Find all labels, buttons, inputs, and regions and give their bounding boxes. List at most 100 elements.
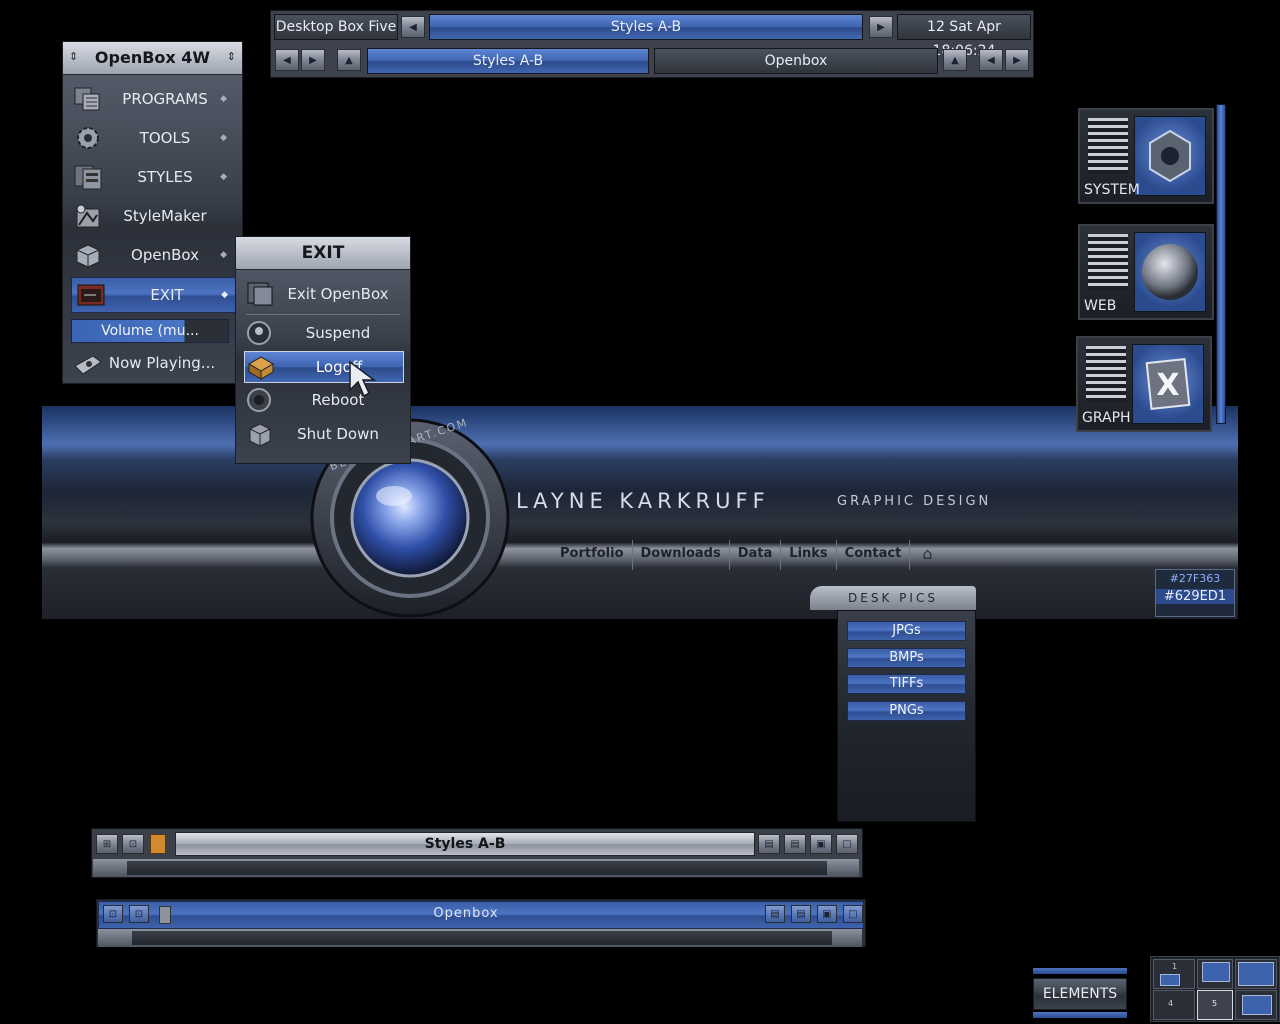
exit-item-label: Shut Down [297, 425, 379, 443]
workspace-title[interactable]: Styles A-B [429, 14, 863, 40]
nav-links[interactable]: Links [781, 540, 837, 570]
window-menu-button[interactable]: ⊞ [96, 834, 118, 854]
volume-slider[interactable]: Volume (mu... [71, 319, 229, 343]
desk-pics-bmps[interactable]: BMPs [847, 648, 966, 668]
desk-number: 4 [1168, 999, 1174, 1008]
window-shade-button[interactable]: ⊡ [129, 905, 149, 923]
widget-scrollbar[interactable] [1216, 104, 1226, 424]
iconify-button[interactable]: ▲ [337, 49, 361, 71]
window-styles: ⊞ ⊡ Styles A-B ▤ ▤ ▣ □ [91, 828, 863, 878]
window-menu-button[interactable]: ⊡ [103, 905, 123, 923]
mini-window [1238, 962, 1274, 986]
window-handle[interactable] [93, 859, 859, 877]
window-title[interactable]: Styles A-B [175, 832, 755, 856]
window-iconify-button[interactable]: ▤ [758, 834, 780, 854]
elements-button[interactable]: ELEMENTS [1033, 978, 1127, 1010]
menu-item-now-playing[interactable]: Now Playing... [69, 346, 235, 380]
window-titlebar[interactable]: ⊡ ⊡ Openbox ▤ ▤ ▣ □ [98, 901, 864, 929]
exit-icon [77, 284, 105, 306]
desk-number: 5 [1212, 999, 1218, 1008]
submenu-arrow-icon: ◆ [220, 172, 227, 182]
submenu-arrow-icon: ◆ [220, 94, 227, 104]
submenu-arrow-icon: ◆ [221, 290, 228, 300]
pager-desk-4[interactable]: 4 [1153, 990, 1195, 1020]
menu-item-label: OpenBox [131, 246, 199, 264]
window-maximize-button[interactable]: ▣ [810, 834, 832, 854]
color-code-2: #629ED1 [1156, 589, 1234, 604]
next-window-button[interactable]: ▶ [1005, 49, 1029, 71]
graph-x-icon: X [1132, 344, 1204, 424]
widget-system[interactable]: SYSTEM [1078, 108, 1214, 204]
pager-desk-6[interactable] [1235, 990, 1277, 1020]
box-icon [76, 244, 100, 268]
menu-item-openbox[interactable]: OpenBox ◆ [69, 238, 235, 272]
prev-task-button[interactable]: ◀ [275, 49, 299, 71]
pager-desk-1[interactable]: 1 [1153, 959, 1195, 989]
home-icon[interactable]: ⌂ [910, 540, 944, 570]
arrow-left-icon: ◀ [409, 21, 417, 33]
music-player-icon [74, 355, 102, 375]
prev-window-button[interactable]: ◀ [979, 49, 1003, 71]
raise-button[interactable]: ▲ [943, 49, 967, 71]
widget-web[interactable]: WEB [1078, 224, 1214, 320]
menu-item-styles[interactable]: STYLES ◆ [69, 160, 235, 194]
window-stick-button[interactable]: ▤ [784, 834, 806, 854]
shutdown-item[interactable]: Shut Down [244, 419, 402, 449]
next-workspace-button[interactable]: ▶ [869, 16, 893, 38]
volume-label: Volume (mu... [101, 323, 199, 339]
desk-pics-tab[interactable]: DESK PICS [810, 586, 976, 610]
nav-contact[interactable]: Contact [837, 540, 911, 570]
window-iconify-button[interactable]: ▤ [765, 905, 785, 923]
desk-pics-tiffs[interactable]: TIFFs [847, 674, 966, 694]
widget-lines [1086, 346, 1126, 402]
arrow-right-icon: ▶ [1013, 54, 1021, 66]
menu-item-exit[interactable]: EXIT ◆ [71, 277, 237, 313]
pager-desk-3[interactable] [1235, 959, 1277, 989]
arrow-left-icon: ◀ [987, 54, 995, 66]
desk-pics-jpgs[interactable]: JPGs [847, 621, 966, 641]
desk-pics-pngs[interactable]: PNGs [847, 701, 966, 721]
next-task-button[interactable]: ▶ [301, 49, 325, 71]
window-maximize-button[interactable]: ▣ [817, 905, 837, 923]
widget-label: GRAPH [1082, 410, 1131, 426]
window-handle[interactable] [98, 929, 862, 947]
prev-workspace-button[interactable]: ◀ [401, 16, 425, 38]
workspace-pager: 1 4 5 [1150, 956, 1280, 1022]
shutdown-icon [249, 423, 271, 447]
reboot-item[interactable]: Reboot [244, 385, 402, 415]
menu-item-stylemaker[interactable]: StyleMaker [69, 199, 235, 233]
color-code-1: #27F363 [1169, 572, 1221, 585]
stylemaker-icon [76, 204, 100, 228]
suspend-item[interactable]: Suspend [244, 318, 402, 348]
nav-data[interactable]: Data [730, 540, 782, 570]
resize-icon[interactable]: ⇕ [227, 50, 236, 63]
handle-grip [132, 931, 832, 945]
menu-item-label: PROGRAMS [122, 90, 208, 108]
desktop-name[interactable]: Desktop Box Five [274, 14, 398, 40]
maximize-icon: ▣ [816, 838, 826, 850]
arrow-right-icon: ▶ [309, 54, 317, 66]
pager-desk-2[interactable] [1197, 959, 1233, 989]
programs-icon [74, 87, 100, 111]
exit-openbox-item[interactable]: Exit OpenBox [244, 279, 402, 309]
root-menu-header: ⇕ OpenBox 4W ⇕ [63, 42, 242, 75]
pager-desk-5-current[interactable]: 5 [1197, 990, 1233, 1020]
clock: 12 Sat Apr 18:06:24 [897, 14, 1031, 59]
window-stick-button[interactable]: ▤ [791, 905, 811, 923]
task-openbox[interactable]: Openbox [654, 48, 938, 74]
window-close-button[interactable]: □ [836, 834, 858, 854]
task-styles[interactable]: Styles A-B [367, 48, 649, 74]
nav-downloads[interactable]: Downloads [633, 540, 730, 570]
app-icon [159, 906, 171, 924]
menu-item-programs[interactable]: PROGRAMS ◆ [69, 82, 235, 116]
window-close-button[interactable]: □ [843, 905, 863, 923]
nav-portfolio[interactable]: Portfolio [552, 540, 633, 570]
widget-graph[interactable]: X GRAPH [1076, 336, 1212, 432]
window-shade-button[interactable]: ⊡ [122, 834, 144, 854]
logoff-item[interactable]: Logoff [244, 351, 404, 383]
window-openbox: ⊡ ⊡ Openbox ▤ ▤ ▣ □ [96, 899, 866, 947]
resize-icon[interactable]: ⇕ [69, 50, 78, 63]
menu-item-tools[interactable]: TOOLS ◆ [69, 121, 235, 155]
window-title: Openbox [433, 906, 499, 921]
menu-icon: ⊡ [108, 908, 118, 920]
